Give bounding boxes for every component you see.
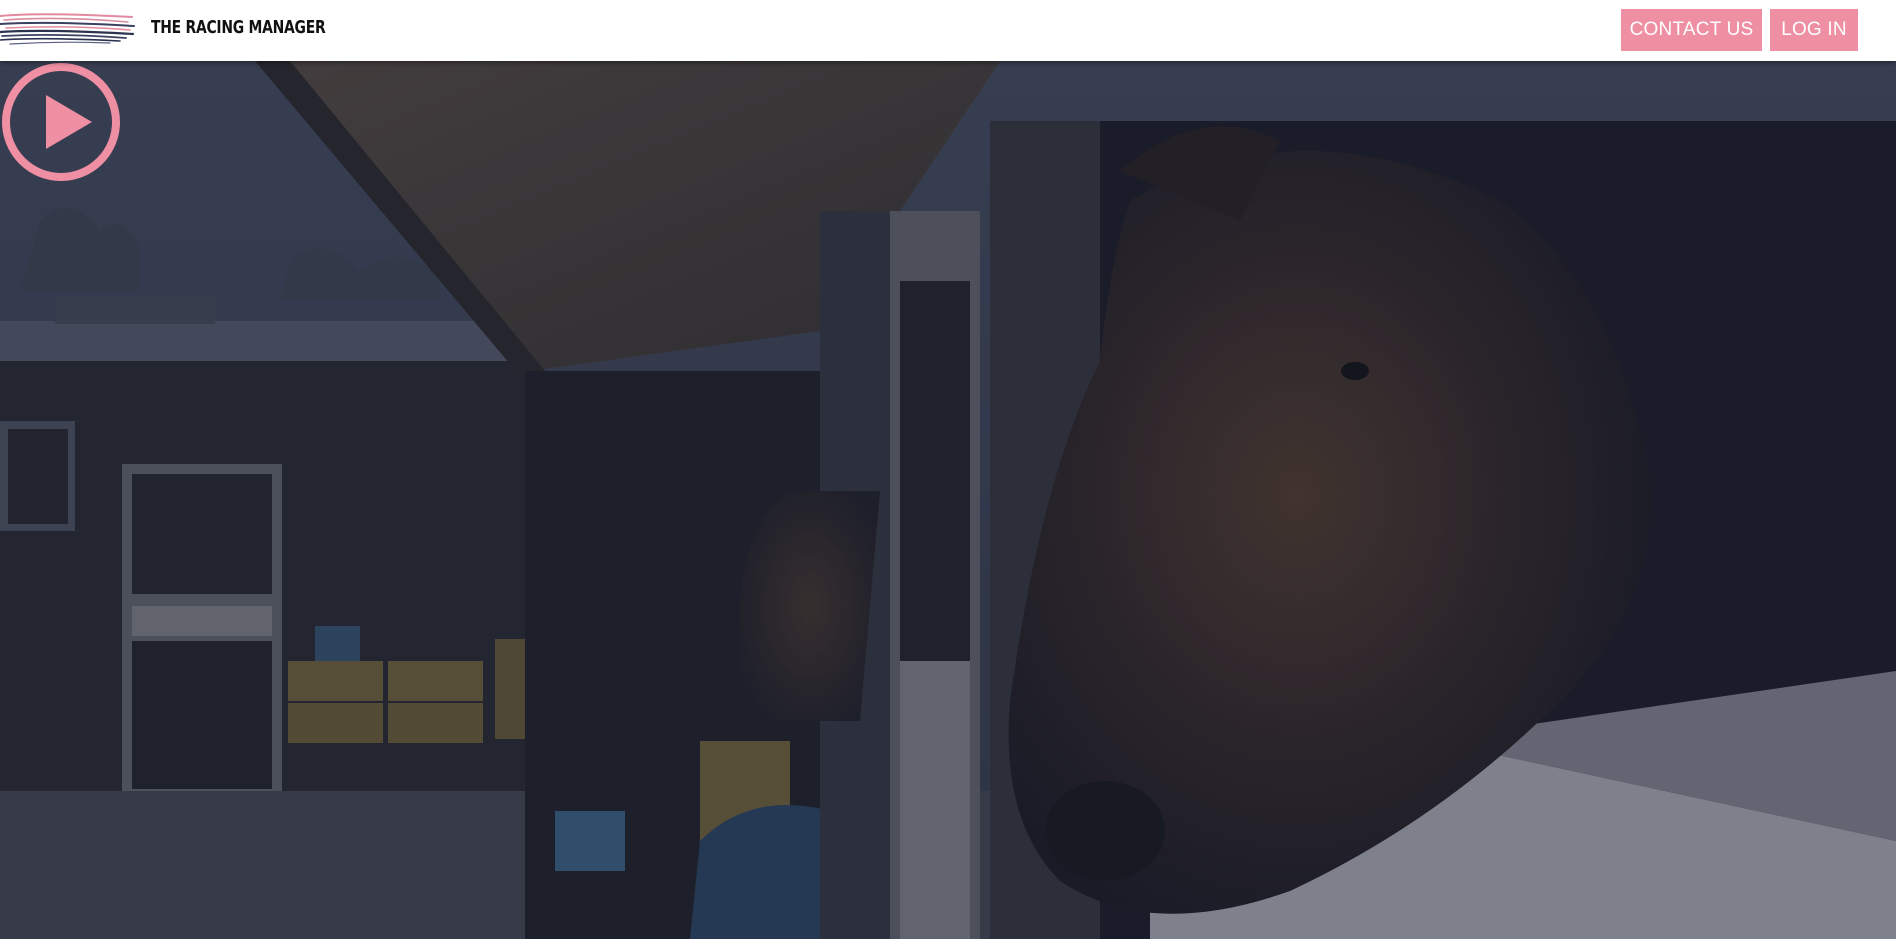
stable-scene-image	[0, 61, 1896, 939]
hero-video[interactable]	[0, 61, 1896, 939]
play-icon[interactable]	[0, 61, 122, 183]
brand-name[interactable]: THE RACING MANAGER	[151, 17, 326, 38]
brush-stroke-logo-icon[interactable]	[0, 10, 136, 48]
contact-us-button[interactable]: CONTACT US	[1621, 9, 1762, 51]
log-in-button[interactable]: LOG IN	[1770, 9, 1858, 51]
site-header: THE RACING MANAGER CONTACT US LOG IN	[0, 0, 1896, 61]
